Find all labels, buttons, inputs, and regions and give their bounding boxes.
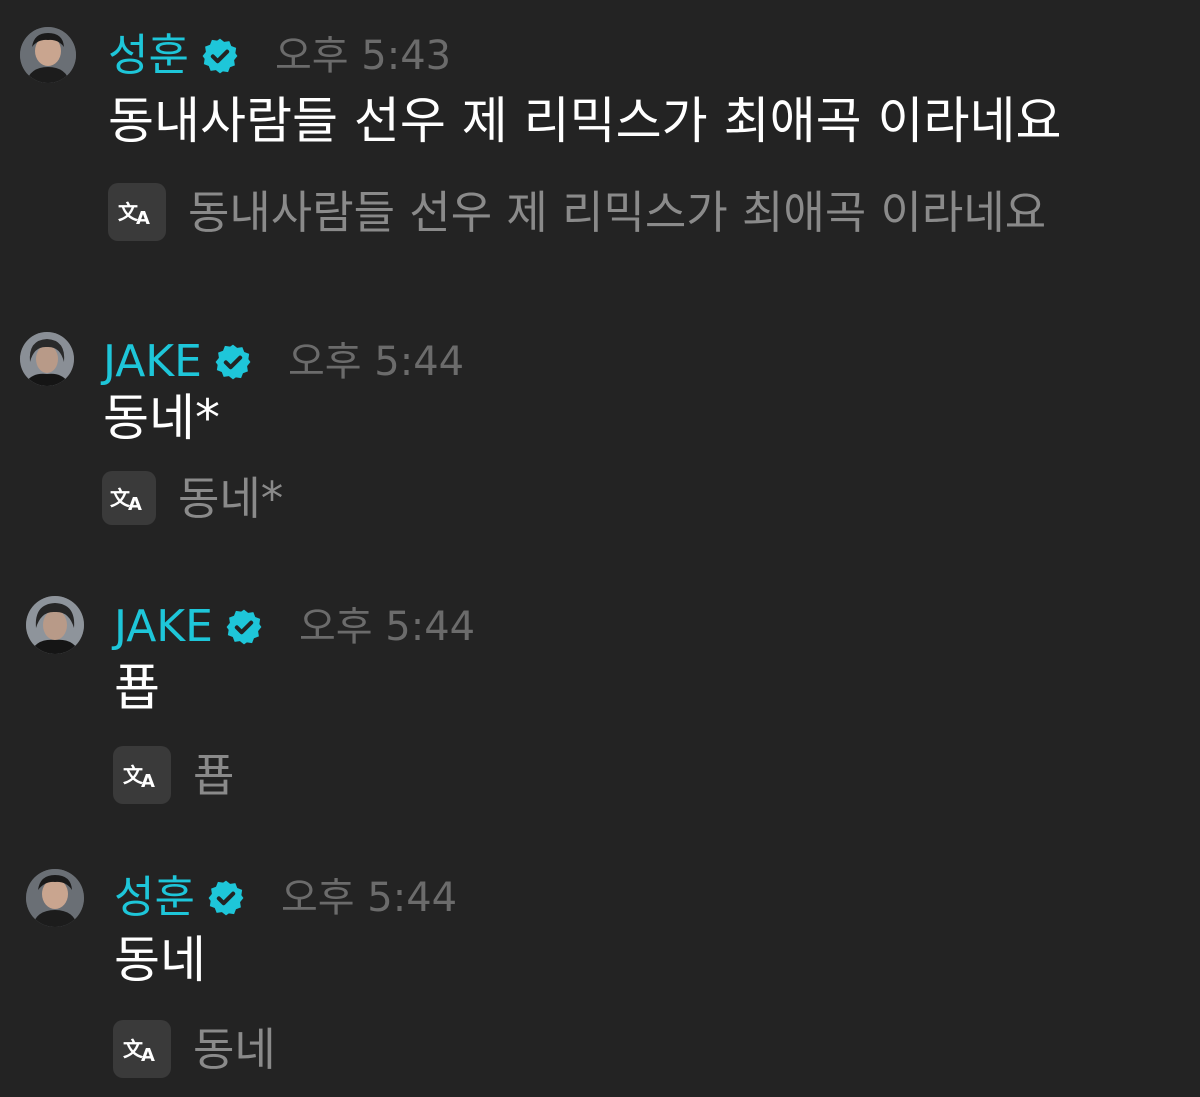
verified-badge-icon <box>202 38 238 74</box>
translate-icon: 文 A <box>110 486 142 513</box>
verified-badge-icon <box>215 344 251 380</box>
avatar[interactable] <box>26 596 84 654</box>
translation-text: 동내사람들 선우 제 리믹스가 최애곡 이라네요 <box>188 185 1047 239</box>
translate-icon: 文 A <box>123 763 155 790</box>
avatar[interactable] <box>26 869 84 927</box>
message-text: 푭 <box>114 659 160 717</box>
translate-icon: 文 A <box>118 200 150 227</box>
translate-button[interactable]: 文 A <box>102 471 156 525</box>
avatar[interactable] <box>20 27 76 83</box>
translate-button[interactable]: 文 A <box>108 183 166 241</box>
timestamp: 오후 5:44 <box>298 604 476 650</box>
translation-row: 文 A 동네* <box>102 471 283 525</box>
translation-text: 동네* <box>178 471 284 525</box>
svg-text:A: A <box>128 494 142 513</box>
svg-text:A: A <box>136 208 150 227</box>
translation-row: 文 A 푭 <box>113 746 234 804</box>
translation-row: 文 A 동네 <box>113 1020 276 1078</box>
message-text: 동네* <box>103 389 220 447</box>
timestamp: 오후 5:43 <box>274 33 452 79</box>
translation-text: 푭 <box>193 748 235 802</box>
username[interactable]: JAKE <box>114 605 213 649</box>
username[interactable]: 성훈 <box>108 34 189 78</box>
svg-text:A: A <box>141 771 155 790</box>
translate-button[interactable]: 文 A <box>113 1020 171 1078</box>
verified-badge-icon <box>208 880 244 916</box>
message-text: 동내사람들 선우 제 리믹스가 최애곡 이라네요 <box>108 92 1062 150</box>
message-text: 동네 <box>114 931 206 989</box>
translation-row: 文 A 동내사람들 선우 제 리믹스가 최애곡 이라네요 <box>108 183 1046 241</box>
timestamp: 오후 5:44 <box>287 339 465 385</box>
translation-text: 동네 <box>193 1022 276 1076</box>
translate-icon: 文 A <box>123 1037 155 1064</box>
timestamp: 오후 5:44 <box>280 875 458 921</box>
avatar[interactable] <box>20 332 74 386</box>
verified-badge-icon <box>226 609 262 645</box>
username[interactable]: JAKE <box>103 340 202 384</box>
translate-button[interactable]: 文 A <box>113 746 171 804</box>
username[interactable]: 성훈 <box>114 876 195 920</box>
svg-text:A: A <box>141 1045 155 1064</box>
